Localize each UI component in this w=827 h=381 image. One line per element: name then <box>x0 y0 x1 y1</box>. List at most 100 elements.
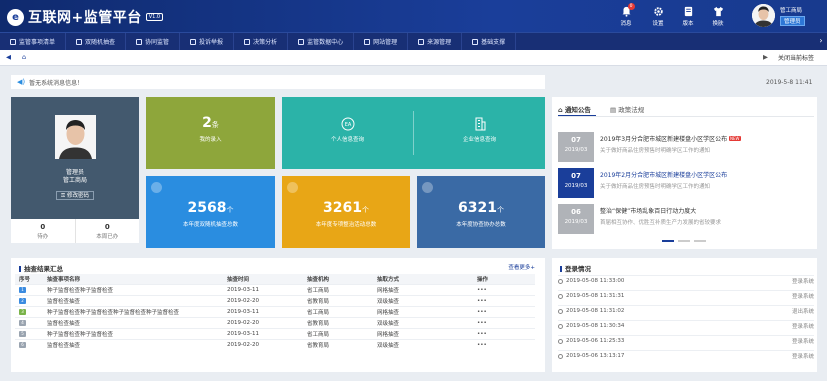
carousel-dot[interactable] <box>678 240 690 242</box>
nav-item-basic-support[interactable]: 基础支撑 <box>462 33 517 50</box>
policy-icon: ▤ <box>610 106 619 114</box>
speaker-icon: ◀) <box>17 78 26 86</box>
nav-item-decision-analysis[interactable]: 决策分析 <box>234 33 289 50</box>
news-date: 07 2019/03 <box>558 168 594 198</box>
news-day: 07 <box>571 172 581 180</box>
svg-text:EA: EA <box>344 122 351 128</box>
row-mode: 双级抽查 <box>373 338 473 350</box>
login-time: 2019-05-06 11:25:33 <box>566 338 625 344</box>
table-row[interactable]: 2 监督检查抽查 2019-02-20 省教育局 双级抽查 ••• <box>15 294 535 306</box>
collab-check-tile[interactable]: 6321个 本年度协查协办总数 <box>417 176 545 248</box>
row-date: 2019-03-11 <box>223 283 303 295</box>
change-password-button[interactable]: ⚿ 修改密码 <box>56 191 94 200</box>
nav-scroll-right-icon[interactable]: › <box>816 36 826 46</box>
table-row[interactable]: 4 监督检查抽查 2019-02-20 省教育局 双级抽查 ••• <box>15 316 535 328</box>
version-button[interactable]: 版本 <box>673 6 703 27</box>
row-more-button[interactable]: ••• <box>473 294 535 306</box>
login-row: 2019-05-06 11:25:33 登录系统 <box>558 335 814 346</box>
nav-label: 网站管理 <box>373 39 398 46</box>
login-row: 2019-05-06 13:13:17 登录系统 <box>558 350 814 361</box>
nav-item-random-check[interactable]: 双随机抽查 <box>66 33 127 50</box>
row-more-button[interactable]: ••• <box>473 338 535 350</box>
change-password-label: 修改密码 <box>66 193 89 199</box>
login-row: 2019-05-08 11:30:34 登录系统 <box>558 320 814 331</box>
row-more-button[interactable]: ••• <box>473 316 535 328</box>
user-menu[interactable]: 管工商局 管理员 <box>752 4 805 27</box>
tab-forward-icon[interactable]: ▶ <box>763 53 768 61</box>
nav-label: 协同监管 <box>145 39 170 46</box>
nav-item-source-management[interactable]: 来源管理 <box>408 33 463 50</box>
row-org: 省工商局 <box>303 327 373 339</box>
nav-item-supervision-list[interactable]: 监管事项清单 <box>0 33 67 50</box>
messages-button[interactable]: 0 消息 <box>611 3 641 27</box>
home-icon[interactable]: ⌂ <box>22 53 26 61</box>
row-more-button[interactable]: ••• <box>473 283 535 295</box>
news-body: 关于做好商品住房预售时明确学区工作的通知 <box>600 148 711 154</box>
col-op: 操作 <box>473 274 535 284</box>
nav-label: 基础支撑 <box>481 39 506 46</box>
random-check-unit: 个 <box>226 206 234 214</box>
building-icon <box>473 117 487 131</box>
news-item[interactable]: 06 2019/03 整治“保健”市场乱象百日行动力度大 首届相互协作、优胜互补质生… <box>558 204 814 236</box>
row-name: 种子监督检查种子监督检查 <box>43 283 223 295</box>
tab-notices[interactable]: ⌂ 通知公告 <box>558 104 591 114</box>
profile-avatar <box>55 115 96 159</box>
tab-back-icon[interactable]: ◀ <box>6 53 11 61</box>
user-role-badge: 管理员 <box>780 15 805 26</box>
carousel-dot[interactable] <box>694 240 706 242</box>
person-query-tile[interactable]: EA 个人信息查询 <box>282 117 413 143</box>
my-entry-count: 2 <box>202 115 212 131</box>
collab-check-count: 6321 <box>458 200 497 216</box>
news-item[interactable]: 07 2019/03 2019年2月分合肥市城区新建楼盘小区学区公布 关于做好商品住… <box>558 168 814 200</box>
person-search-icon: EA <box>341 117 355 131</box>
logo-icon: e <box>7 8 24 26</box>
login-action: 登录系统 <box>791 339 814 345</box>
news-item[interactable]: 07 2019/03 2019年3月分合肥市城区新建楼盘小区学区公布 NEW 关于做… <box>558 132 814 164</box>
nav-item-data-center[interactable]: 监管数据中心 <box>288 33 355 50</box>
skin-button[interactable]: 换肤 <box>703 6 733 27</box>
nav-item-site-management[interactable]: 网站管理 <box>354 33 409 50</box>
nav-item-collaboration[interactable]: 协同监管 <box>126 33 181 50</box>
table-row[interactable]: 1 种子监督检查种子监督检查 2019-03-11 省工商局 网格抽查 ••• <box>15 283 535 295</box>
close-current-tab-button[interactable]: 关闭当前标签 <box>778 53 814 62</box>
table-row[interactable]: 6 监督检查抽查 2019-02-20 省教育局 双级抽查 ••• <box>15 338 535 350</box>
tab-policies[interactable]: ▤ 政策法规 <box>610 104 644 114</box>
company-query-tile[interactable]: 企业信息查询 <box>414 117 545 143</box>
my-entry-tile[interactable]: 2条 我的录入 <box>146 97 275 169</box>
message-count-badge: 0 <box>627 3 635 10</box>
row-org: 省教育局 <box>303 294 373 306</box>
news-body: 关于做好商品住房预售时明确学区工作的通知 <box>600 184 711 190</box>
done-week-label: 本周已办 <box>96 234 119 240</box>
row-more-button[interactable]: ••• <box>473 305 535 317</box>
app-title: 互联网+监管平台 <box>28 10 142 26</box>
view-more-link[interactable]: 查看更多+ <box>508 263 535 271</box>
login-action: 退出系统 <box>791 309 814 315</box>
collab-check-unit: 个 <box>496 206 504 214</box>
table-row[interactable]: 5 种子监督检查种子监督检查 2019-03-11 省工商局 网格抽查 ••• <box>15 327 535 339</box>
row-more-button[interactable]: ••• <box>473 327 535 339</box>
version-label: 版本 <box>682 21 694 27</box>
news-month: 2019/03 <box>564 147 588 153</box>
collab-icon <box>136 38 143 45</box>
row-mode: 网格抽查 <box>373 305 473 317</box>
special-check-count: 3261 <box>323 200 362 216</box>
shuffle-icon <box>76 38 83 45</box>
profile-stats: 0 待办 0 本周已办 <box>11 219 139 243</box>
random-check-tile[interactable]: 2568个 本年度双随机抽查总数 <box>146 176 275 248</box>
row-org: 省工商局 <box>303 283 373 295</box>
special-check-tile[interactable]: 3261个 本年度专项整治活动总数 <box>282 176 410 248</box>
settings-button[interactable]: 设置 <box>643 6 673 27</box>
carousel-dot-active[interactable] <box>662 240 674 242</box>
col-name: 抽查事项名称 <box>43 274 223 284</box>
row-date: 2019-02-20 <box>223 316 303 328</box>
table-row[interactable]: 3 种子监督检查种子监督检查种子监督检查种子监督检查 2019-03-11 省工商局网… <box>15 305 535 317</box>
news-body: 首届相互协作、优胜互补质生产力发展的省较要求 <box>600 220 722 226</box>
row-name: 监督检查抽查 <box>43 294 223 306</box>
my-entry-label: 我的录入 <box>199 137 222 143</box>
done-week-stat[interactable]: 0 本周已办 <box>76 219 140 243</box>
nav-item-complaints[interactable]: 投诉举报 <box>180 33 235 50</box>
table-header-row: 序号 抽查事项名称 抽查时间 抽查机构 抽取方式 操作 <box>15 274 535 284</box>
news-title: 2019年2月分合肥市城区新建楼盘小区学区公布 <box>600 172 728 179</box>
todo-stat[interactable]: 0 待办 <box>11 219 76 243</box>
col-org: 抽查机构 <box>303 274 373 284</box>
